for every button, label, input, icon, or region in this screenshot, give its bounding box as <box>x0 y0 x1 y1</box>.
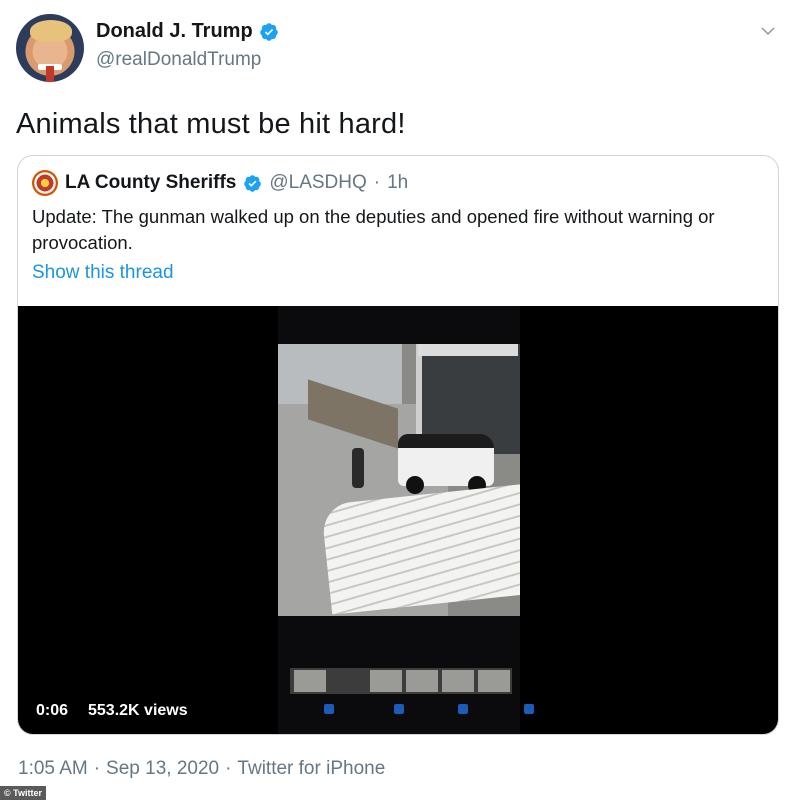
author-name-row: Donald J. Trump <box>96 20 279 43</box>
thumbnail <box>442 670 474 692</box>
share-icon <box>324 704 334 714</box>
frame-building-roof <box>418 344 518 356</box>
quoted-tweet[interactable]: LA County Sheriffs @LASDHQ · 1h Update: … <box>17 155 779 735</box>
video-player[interactable]: 0:06 553.2K views <box>18 306 778 734</box>
verified-badge-icon <box>244 174 262 192</box>
pause-icon <box>458 704 468 714</box>
trash-icon <box>524 704 534 714</box>
author-avatar[interactable] <box>16 14 84 82</box>
sheriff-logo-avatar[interactable] <box>32 170 58 196</box>
twitter-watermark: © Twitter <box>0 786 46 800</box>
video-thumbnail-strip <box>290 668 512 694</box>
frame-person <box>352 448 364 488</box>
avatar-hair <box>30 20 72 42</box>
tweet-source[interactable]: Twitter for iPhone <box>237 758 385 780</box>
tweet-card: Donald J. Trump @realDonaldTrump Animals… <box>0 0 796 800</box>
author-handle[interactable]: @realDonaldTrump <box>96 49 261 71</box>
quoted-tweet-text: Update: The gunman walked up on the depu… <box>32 206 715 253</box>
quoted-handle[interactable]: @LASDHQ <box>269 172 366 194</box>
frame-car-wheel <box>406 476 424 494</box>
tweet-date[interactable]: Sep 13, 2020 <box>106 758 219 780</box>
quoted-separator: · <box>373 172 381 193</box>
tweet-meta: 1:05 AM · Sep 13, 2020 · Twitter for iPh… <box>18 758 385 780</box>
frame-awning <box>320 483 520 615</box>
show-thread-link[interactable]: Show this thread <box>32 262 174 284</box>
thumbnail <box>370 670 402 692</box>
video-frame-image <box>278 344 520 616</box>
tweet-time[interactable]: 1:05 AM <box>18 758 88 780</box>
thumbnail <box>294 670 326 692</box>
meta-separator: · <box>93 758 101 779</box>
thumbnail <box>478 670 510 692</box>
tweet-text: Animals that must be hit hard! <box>16 108 406 140</box>
video-elapsed-time: 0:06 <box>36 702 69 719</box>
quoted-display-name[interactable]: LA County Sheriffs <box>65 172 236 194</box>
chevron-down-icon[interactable] <box>759 22 777 40</box>
thumbnail <box>406 670 438 692</box>
quoted-timestamp[interactable]: 1h <box>387 172 408 194</box>
author-display-name[interactable]: Donald J. Trump <box>96 20 253 43</box>
verified-badge-icon <box>259 22 278 41</box>
video-view-count: 553.2K views <box>88 702 188 719</box>
heart-icon <box>394 704 404 714</box>
meta-separator: · <box>225 758 232 779</box>
avatar-tie <box>46 66 54 82</box>
quoted-tweet-header: LA County Sheriffs @LASDHQ · 1h <box>32 170 408 196</box>
